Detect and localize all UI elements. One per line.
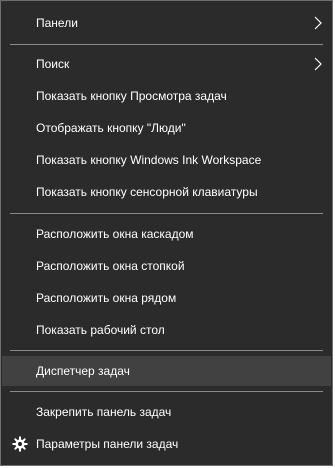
chevron-right-icon — [313, 16, 323, 30]
menu-item-label: Расположить окна рядом — [36, 291, 177, 305]
gear-icon — [12, 436, 28, 452]
menu-item-cascade-windows[interactable]: Расположить окна каскадом — [2, 219, 331, 249]
menu-separator — [10, 391, 323, 392]
menu-item-side-by-side-windows[interactable]: Расположить окна рядом — [2, 283, 331, 313]
menu-item-label: Закрепить панель задач — [36, 405, 172, 419]
menu-item-label: Показать рабочий стол — [36, 323, 165, 337]
menu-item-lock-taskbar[interactable]: Закрепить панель задач — [2, 397, 331, 427]
menu-item-label: Поиск — [36, 57, 70, 71]
menu-item-taskbar-settings[interactable]: Параметры панели задач — [2, 429, 331, 459]
menu-item-task-manager[interactable]: Диспетчер задач — [2, 356, 331, 386]
menu-item-search[interactable]: Поиск — [2, 49, 331, 79]
taskbar-context-menu: Панели Поиск Показать кнопку Просмотра з… — [0, 0, 333, 466]
menu-item-label: Параметры панели задач — [36, 437, 179, 451]
menu-item-show-people-button[interactable]: Отображать кнопку "Люди" — [2, 113, 331, 143]
chevron-right-icon — [313, 57, 323, 71]
menu-item-stack-windows[interactable]: Расположить окна стопкой — [2, 251, 331, 281]
menu-item-label: Диспетчер задач — [36, 364, 130, 378]
menu-item-label: Расположить окна каскадом — [36, 227, 194, 241]
menu-item-show-desktop[interactable]: Показать рабочий стол — [2, 315, 331, 345]
menu-item-show-touch-keyboard-button[interactable]: Показать кнопку сенсорной клавиатуры — [2, 177, 331, 207]
menu-item-label: Показать кнопку Windows Ink Workspace — [36, 153, 262, 167]
menu-separator — [10, 213, 323, 214]
menu-item-label: Показать кнопку Просмотра задач — [36, 89, 227, 103]
menu-item-label: Расположить окна стопкой — [36, 259, 185, 273]
menu-item-label: Показать кнопку сенсорной клавиатуры — [36, 185, 258, 199]
menu-separator — [10, 44, 323, 45]
menu-item-label: Панели — [36, 16, 78, 30]
menu-separator — [10, 350, 323, 351]
menu-item-show-task-view-button[interactable]: Показать кнопку Просмотра задач — [2, 81, 331, 111]
menu-item-show-windows-ink-button[interactable]: Показать кнопку Windows Ink Workspace — [2, 145, 331, 175]
menu-item-label: Отображать кнопку "Люди" — [36, 121, 186, 135]
menu-item-panels[interactable]: Панели — [2, 8, 331, 38]
